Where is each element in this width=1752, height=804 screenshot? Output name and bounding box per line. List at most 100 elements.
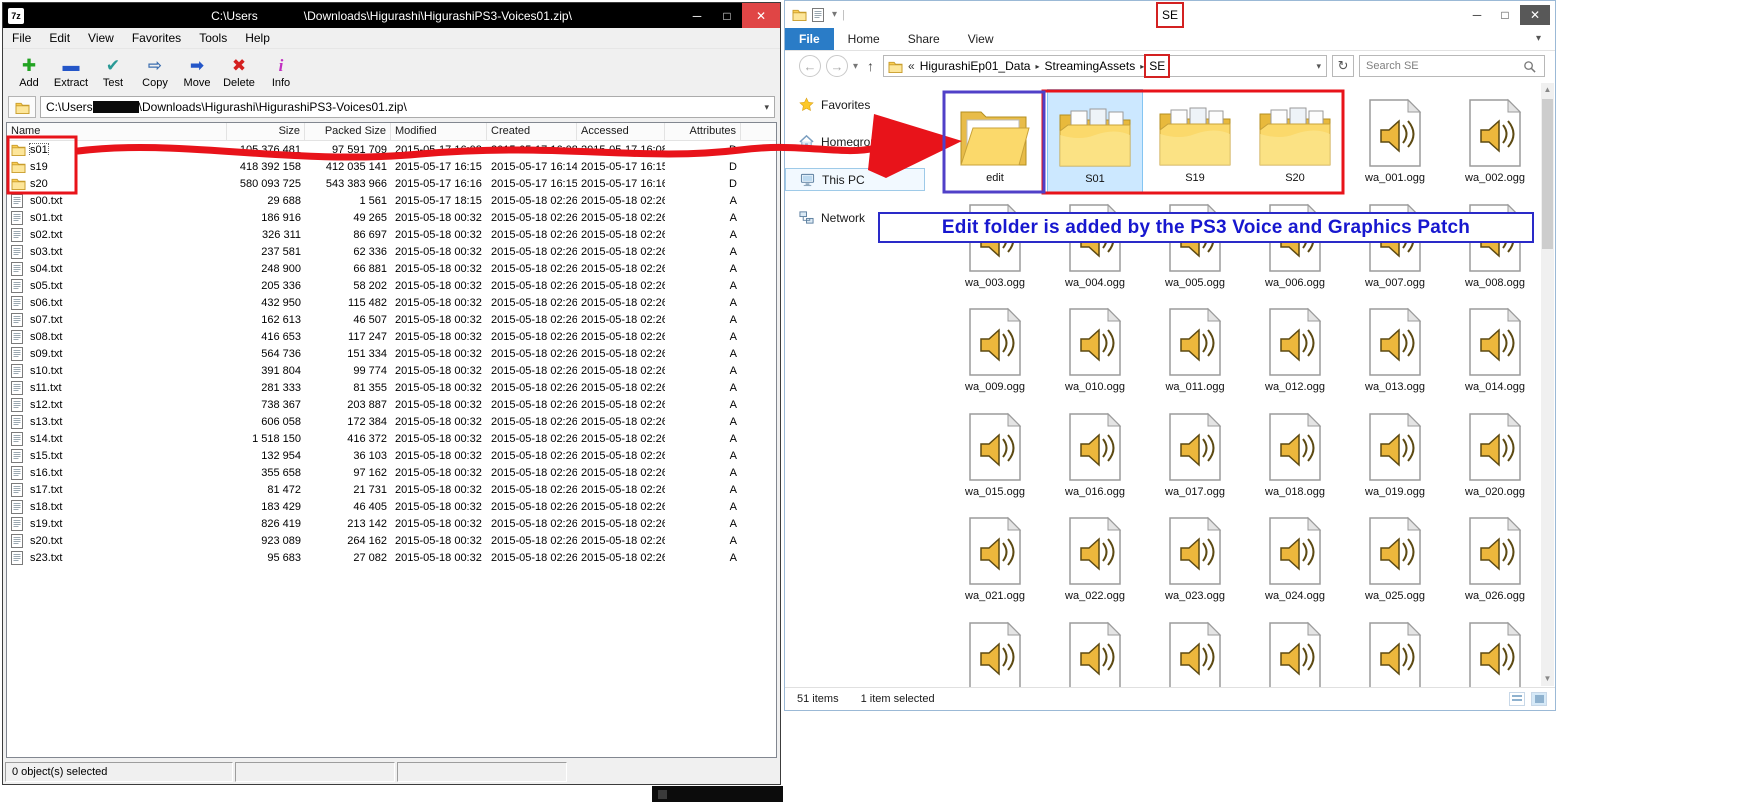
breadcrumb-item-higurashiep01_data[interactable]: HigurashiEp01_Data	[920, 59, 1031, 73]
tab-view[interactable]: View	[954, 28, 1008, 50]
folder-tile[interactable]: S19	[1147, 89, 1243, 194]
file-row[interactable]: s19418 392 158412 035 1412015-05-17 16:1…	[7, 158, 776, 175]
file-row[interactable]: s15.txt132 95436 1032015-05-18 00:322015…	[7, 447, 776, 464]
sidebar-item-homegroup[interactable]: Homegroup	[785, 131, 925, 152]
file-tile[interactable]: wa_004.ogg	[1047, 194, 1143, 299]
folder-tile[interactable]: edit	[947, 89, 1043, 194]
scroll-up-icon[interactable]: ▲	[1541, 83, 1554, 97]
tool-info-button[interactable]: iInfo	[261, 55, 301, 89]
file-tile[interactable]: wa_021.ogg	[947, 507, 1043, 612]
file-row[interactable]: s04.txt248 90066 8812015-05-18 00:322015…	[7, 260, 776, 277]
file-tile[interactable]	[1147, 612, 1243, 688]
file-row[interactable]: s12.txt738 367203 8872015-05-18 00:32201…	[7, 396, 776, 413]
file-tile[interactable]: wa_014.ogg	[1447, 298, 1543, 403]
minimize-icon[interactable]: ─	[682, 3, 712, 28]
file-tile[interactable]: wa_012.ogg	[1247, 298, 1343, 403]
search-input[interactable]: Search SE	[1359, 55, 1545, 77]
back-icon[interactable]: ←	[799, 55, 821, 77]
file-row[interactable]: s20.txt923 089264 1622015-05-18 00:32201…	[7, 532, 776, 549]
file-tile[interactable]: wa_025.ogg	[1347, 507, 1443, 612]
file-tile[interactable]: wa_011.ogg	[1147, 298, 1243, 403]
file-tile[interactable]: wa_018.ogg	[1247, 403, 1343, 508]
tool-move-button[interactable]: ➡Move	[177, 55, 217, 89]
scrollbar[interactable]: ▲ ▼	[1541, 83, 1554, 686]
file-tile[interactable]: wa_023.ogg	[1147, 507, 1243, 612]
file-tile[interactable]	[1347, 612, 1443, 688]
explorer-titlebar[interactable]: ▾ | SE ─ □ ✕	[785, 1, 1555, 28]
column-header-name[interactable]: Name	[7, 123, 227, 140]
ribbon-expand-icon[interactable]: ▾	[1536, 33, 1541, 44]
tool-add-button[interactable]: ✚Add	[9, 55, 49, 89]
scroll-down-icon[interactable]: ▼	[1541, 672, 1554, 686]
maximize-icon[interactable]: □	[1492, 8, 1518, 22]
menu-favorites[interactable]: Favorites	[123, 29, 190, 47]
address-folder-button[interactable]	[8, 96, 36, 118]
file-tile[interactable]: wa_009.ogg	[947, 298, 1043, 403]
file-tile[interactable]	[1447, 612, 1543, 688]
tool-test-button[interactable]: ✔Test	[93, 55, 133, 89]
file-tile[interactable]: wa_002.ogg	[1447, 89, 1543, 194]
file-tile[interactable]: wa_019.ogg	[1347, 403, 1443, 508]
close-icon[interactable]: ✕	[1520, 5, 1550, 25]
breadcrumb-item-se[interactable]: SE	[1149, 59, 1165, 73]
sidebar-item-favorites[interactable]: Favorites	[785, 94, 925, 115]
column-header-packed-size[interactable]: Packed Size	[305, 123, 391, 140]
sevenzip-titlebar[interactable]: 7z C:\Users\Downloads\Higurashi\Higurash…	[3, 3, 780, 28]
column-header-attributes[interactable]: Attributes	[665, 123, 741, 140]
file-row[interactable]: s01105 376 48197 591 7092015-05-17 16:08…	[7, 141, 776, 158]
file-row[interactable]: s20580 093 725543 383 9662015-05-17 16:1…	[7, 175, 776, 192]
history-dropdown-icon[interactable]: ▾	[853, 61, 858, 72]
tab-file[interactable]: File	[785, 28, 834, 50]
menu-tools[interactable]: Tools	[190, 29, 236, 47]
dropdown-icon[interactable]: ▾	[764, 102, 769, 113]
folder-tile[interactable]: S20	[1247, 89, 1343, 194]
file-row[interactable]: s05.txt205 33658 2022015-05-18 00:322015…	[7, 277, 776, 294]
file-tile[interactable]: wa_013.ogg	[1347, 298, 1443, 403]
file-tile[interactable]: wa_022.ogg	[1047, 507, 1143, 612]
breadcrumb-dropdown-icon[interactable]: ▾	[1317, 61, 1322, 72]
forward-icon[interactable]: →	[826, 55, 848, 77]
up-icon[interactable]: ↑	[863, 58, 878, 74]
details-view-icon[interactable]	[1509, 692, 1525, 706]
file-tile[interactable]: wa_001.ogg	[1347, 89, 1443, 194]
file-tile[interactable]: wa_016.ogg	[1047, 403, 1143, 508]
sidebar-item-this-pc[interactable]: This PC	[785, 168, 925, 191]
file-row[interactable]: s16.txt355 65897 1622015-05-18 00:322015…	[7, 464, 776, 481]
address-input[interactable]: C:\Users\Downloads\Higurashi\HigurashiPS…	[40, 96, 775, 118]
close-icon[interactable]: ✕	[742, 3, 780, 28]
file-tile[interactable]	[1247, 612, 1343, 688]
file-row[interactable]: s23.txt95 68327 0822015-05-18 00:322015-…	[7, 549, 776, 566]
refresh-icon[interactable]: ↻	[1332, 55, 1354, 77]
file-row[interactable]: s09.txt564 736151 3342015-05-18 00:32201…	[7, 345, 776, 362]
file-row[interactable]: s11.txt281 33381 3552015-05-18 00:322015…	[7, 379, 776, 396]
maximize-icon[interactable]: □	[712, 3, 742, 28]
tool-delete-button[interactable]: ✖Delete	[219, 55, 259, 89]
file-tile[interactable]: wa_006.ogg	[1247, 194, 1343, 299]
file-tile[interactable]	[947, 612, 1043, 688]
folder-tile[interactable]: S01	[1047, 89, 1143, 194]
tool-copy-button[interactable]: ⇨Copy	[135, 55, 175, 89]
file-row[interactable]: s00.txt29 6881 5612015-05-17 18:152015-0…	[7, 192, 776, 209]
file-row[interactable]: s01.txt186 91649 2652015-05-18 00:322015…	[7, 209, 776, 226]
column-header-modified[interactable]: Modified	[391, 123, 487, 140]
menu-file[interactable]: File	[3, 29, 40, 47]
file-tile[interactable]: wa_026.ogg	[1447, 507, 1543, 612]
file-tile[interactable]: wa_003.ogg	[947, 194, 1043, 299]
file-row[interactable]: s03.txt237 58162 3362015-05-18 00:322015…	[7, 243, 776, 260]
taskbar-fragment[interactable]	[652, 786, 783, 802]
menu-edit[interactable]: Edit	[40, 29, 79, 47]
file-tile[interactable]: wa_010.ogg	[1047, 298, 1143, 403]
file-tile[interactable]: wa_017.ogg	[1147, 403, 1243, 508]
file-tile[interactable]: wa_007.ogg	[1347, 194, 1443, 299]
file-row[interactable]: s07.txt162 61346 5072015-05-18 00:322015…	[7, 311, 776, 328]
tab-share[interactable]: Share	[894, 28, 954, 50]
file-tile[interactable]: wa_020.ogg	[1447, 403, 1543, 508]
scrollbar-thumb[interactable]	[1542, 99, 1553, 249]
file-row[interactable]: s14.txt1 518 150416 3722015-05-18 00:322…	[7, 430, 776, 447]
tool-extract-button[interactable]: ▬Extract	[51, 55, 91, 89]
file-row[interactable]: s13.txt606 058172 3842015-05-18 00:32201…	[7, 413, 776, 430]
file-tile[interactable]	[1047, 612, 1143, 688]
file-tile[interactable]: wa_024.ogg	[1247, 507, 1343, 612]
minimize-icon[interactable]: ─	[1464, 8, 1490, 22]
file-tile[interactable]: wa_008.ogg	[1447, 194, 1543, 299]
